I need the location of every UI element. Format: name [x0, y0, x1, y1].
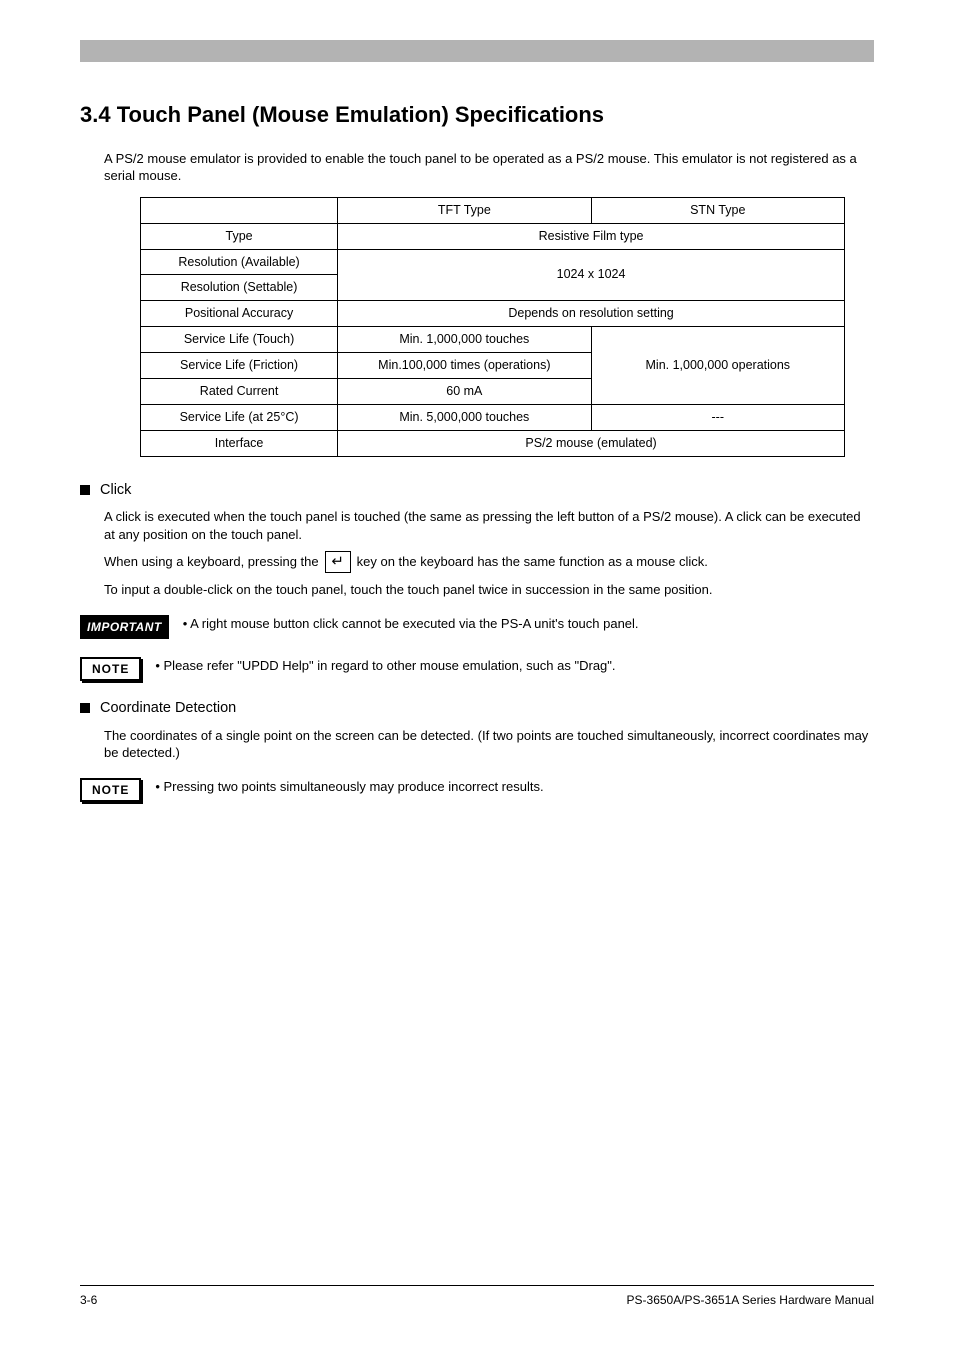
square-bullet-icon	[80, 703, 90, 713]
table-cell: ---	[591, 404, 844, 430]
table-row: Service Life (Touch) Min. 1,000,000 touc…	[141, 327, 845, 353]
table-cell: Rated Current	[141, 378, 338, 404]
header-stripe	[80, 40, 874, 62]
table-row: Positional Accuracy Depends on resolutio…	[141, 301, 845, 327]
enter-key-icon: ↵	[325, 551, 351, 573]
table-cell: Min. 5,000,000 touches	[338, 404, 591, 430]
table-cell: Resolution (Settable)	[141, 275, 338, 301]
note-label: NOTE	[80, 657, 141, 681]
table-cell: Depends on resolution setting	[338, 301, 845, 327]
table-row: Resolution (Available) 1024 x 1024	[141, 249, 845, 275]
note-callout-2: NOTE • Pressing two points simultaneousl…	[80, 778, 874, 802]
section-title-text: Touch Panel (Mouse Emulation) Specificat…	[117, 102, 604, 127]
note1-text: • Please refer "UPDD Help" in regard to …	[155, 657, 874, 675]
click-para-3: To input a double-click on the touch pan…	[104, 581, 874, 599]
footer-manual-title: PS-3650A/PS-3651A Series Hardware Manual	[627, 1292, 874, 1308]
click-para-2-prefix: When using a keyboard, pressing the	[104, 553, 319, 571]
sub-title-text: Coordinate Detection	[100, 699, 236, 719]
specs-table: TFT Type STN Type Type Resistive Film ty…	[140, 197, 845, 457]
coord-body: The coordinates of a single point on the…	[104, 727, 874, 762]
click-para-2-suffix: key on the keyboard has the same functio…	[357, 553, 708, 571]
table-cell: Min.100,000 times (operations)	[338, 353, 591, 379]
table-header-cell: STN Type	[591, 197, 844, 223]
click-body-2: To input a double-click on the touch pan…	[104, 581, 874, 599]
click-body: A click is executed when the touch panel…	[104, 508, 874, 543]
square-bullet-icon	[80, 485, 90, 495]
important-text: • A right mouse button click cannot be e…	[183, 615, 874, 633]
table-cell: Interface	[141, 430, 338, 456]
table-cell: Service Life (Friction)	[141, 353, 338, 379]
table-header-cell	[141, 197, 338, 223]
table-row: Service Life (at 25°C) Min. 5,000,000 to…	[141, 404, 845, 430]
note-label: NOTE	[80, 778, 141, 802]
enter-key-glyph: ↵	[331, 552, 344, 572]
important-label: IMPORTANT	[80, 615, 169, 639]
table-cell: PS/2 mouse (emulated)	[338, 430, 845, 456]
table-cell: Positional Accuracy	[141, 301, 338, 327]
table-cell: Service Life (Touch)	[141, 327, 338, 353]
table-cell: Resolution (Available)	[141, 249, 338, 275]
table-header-cell: TFT Type	[338, 197, 591, 223]
note-callout-1: NOTE • Please refer "UPDD Help" in regar…	[80, 657, 874, 681]
section-number: 3.4	[80, 102, 111, 127]
table-cell: 60 mA	[338, 378, 591, 404]
footer-page-number: 3-6	[80, 1292, 97, 1308]
sub-heading-click: Click	[80, 481, 874, 501]
important-callout: IMPORTANT • A right mouse button click c…	[80, 615, 874, 639]
click-para-1: A click is executed when the touch panel…	[104, 508, 874, 543]
enter-key-line: When using a keyboard, pressing the ↵ ke…	[104, 551, 874, 573]
intro-paragraph: A PS/2 mouse emulator is provided to ena…	[104, 150, 874, 185]
table-cell: Min. 1,000,000 operations	[591, 327, 844, 405]
section-title: 3.4 Touch Panel (Mouse Emulation) Specif…	[80, 100, 874, 130]
table-cell: Resistive Film type	[338, 223, 845, 249]
table-cell: Service Life (at 25°C)	[141, 404, 338, 430]
table-row: TFT Type STN Type	[141, 197, 845, 223]
sub-heading-coordinate: Coordinate Detection	[80, 699, 874, 719]
table-cell: Type	[141, 223, 338, 249]
table-cell: 1024 x 1024	[338, 249, 845, 301]
page-footer: 3-6 PS-3650A/PS-3651A Series Hardware Ma…	[80, 1285, 874, 1308]
note2-text: • Pressing two points simultaneously may…	[155, 778, 874, 796]
sub-title-text: Click	[100, 481, 131, 501]
table-row: Type Resistive Film type	[141, 223, 845, 249]
table-row: Interface PS/2 mouse (emulated)	[141, 430, 845, 456]
coord-para-1: The coordinates of a single point on the…	[104, 727, 874, 762]
table-cell: Min. 1,000,000 touches	[338, 327, 591, 353]
page-content: 3.4 Touch Panel (Mouse Emulation) Specif…	[80, 100, 874, 820]
